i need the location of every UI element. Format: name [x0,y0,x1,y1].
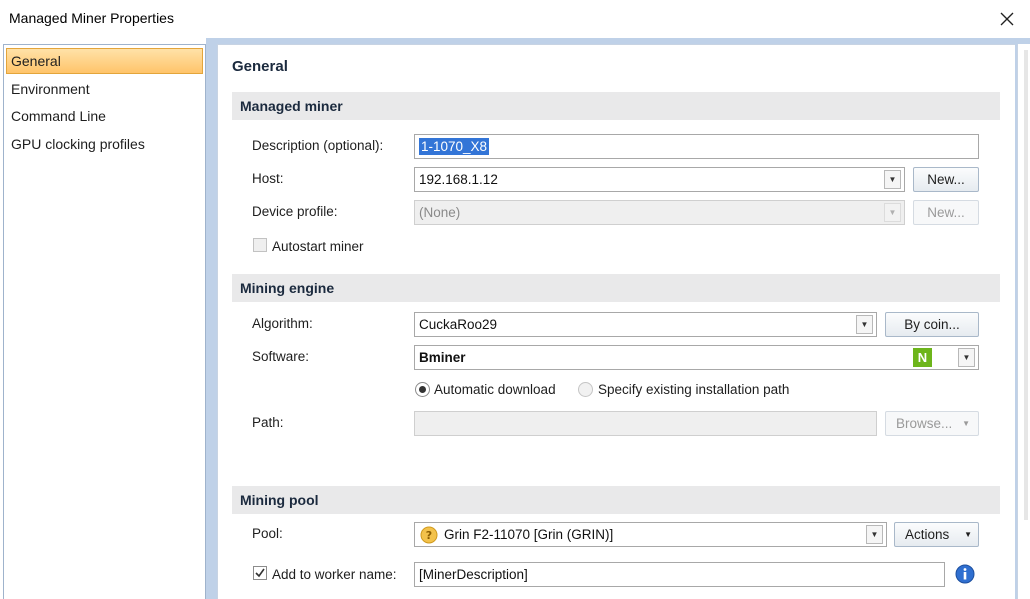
close-button[interactable] [992,4,1022,34]
device-profile-value: (None) [419,205,461,220]
nicehash-badge-icon: N [913,348,932,367]
actions-button[interactable]: Actions ▼ [894,522,979,547]
info-icon [955,564,975,584]
add-worker-checkbox[interactable] [253,566,267,580]
chevron-down-icon[interactable]: ▼ [866,525,883,544]
host-select[interactable]: 192.168.1.12 ▼ [414,167,905,192]
chevron-down-icon: ▼ [962,419,970,428]
info-button[interactable] [955,564,975,587]
worker-name-input[interactable]: [MinerDescription] [414,562,945,587]
host-new-button[interactable]: New... [913,167,979,192]
nav-item-general[interactable]: General [6,48,203,74]
coin-icon: ? [420,526,438,544]
algorithm-value: CuckaRoo29 [419,317,498,332]
software-label: Software: [252,349,310,364]
section-mining-pool: Mining pool [232,486,1000,514]
chevron-down-icon: ▼ [964,530,972,539]
description-value: 1-1070_X8 [419,138,490,155]
autostart-checkbox[interactable] [253,238,267,252]
worker-value: [MinerDescription] [419,567,528,582]
description-label: Description (optional): [252,138,384,153]
description-input[interactable]: 1-1070_X8 [414,134,979,159]
actions-label: Actions [905,527,950,542]
algorithm-label: Algorithm: [252,316,313,331]
software-value: Bminer [419,350,466,365]
algorithm-select[interactable]: CuckaRoo29 ▼ [414,312,877,337]
host-value: 192.168.1.12 [419,172,498,187]
pool-value: Grin F2-11070 [Grin (GRIN)] [444,527,614,542]
path-label: Path: [252,415,284,430]
device-profile-new-button[interactable]: New... [913,200,979,225]
nav-item-gpu-clocking-profiles[interactable]: GPU clocking profiles [6,131,203,157]
pool-label: Pool: [252,526,283,541]
chevron-down-icon[interactable]: ▼ [958,348,975,367]
browse-button[interactable]: Browse... ▼ [885,411,979,436]
device-profile-select[interactable]: (None) ▼ [414,200,905,225]
nav-item-command-line[interactable]: Command Line [6,103,203,129]
close-icon [1000,12,1014,26]
host-label: Host: [252,171,284,186]
svg-text:?: ? [426,529,432,542]
page-title: General [232,58,288,75]
section-mining-engine: Mining engine [232,274,1000,302]
radio-dot [419,386,426,393]
software-select[interactable]: Bminer N ▼ [414,345,979,370]
section-managed-miner: Managed miner [232,92,1000,120]
path-input[interactable] [414,411,877,436]
scrollbar-track[interactable] [1024,50,1028,520]
by-coin-button[interactable]: By coin... [885,312,979,337]
device-profile-label: Device profile: [252,204,338,219]
specify-path-radio[interactable] [578,382,593,397]
window-title: Managed Miner Properties [9,10,174,26]
nav-item-environment[interactable]: Environment [6,76,203,102]
nav-item-label: GPU clocking profiles [11,136,145,152]
chevron-down-icon[interactable]: ▼ [884,203,901,222]
nav-item-label: General [11,53,61,69]
chevron-down-icon[interactable]: ▼ [856,315,873,334]
nav-item-label: Command Line [11,108,106,124]
browse-label: Browse... [896,416,953,431]
chevron-down-icon[interactable]: ▼ [884,170,901,189]
checkmark-icon [255,568,265,578]
pool-select[interactable]: ? Grin F2-11070 [Grin (GRIN)] ▼ [414,522,887,547]
specify-path-label: Specify existing installation path [598,382,790,397]
auto-download-radio[interactable] [415,382,430,397]
sidebar-nav: General Environment Command Line GPU clo… [3,44,206,599]
autostart-label: Autostart miner [272,239,364,254]
auto-download-label: Automatic download [434,382,556,397]
add-worker-label: Add to worker name: [272,567,397,582]
nav-item-label: Environment [11,81,90,97]
